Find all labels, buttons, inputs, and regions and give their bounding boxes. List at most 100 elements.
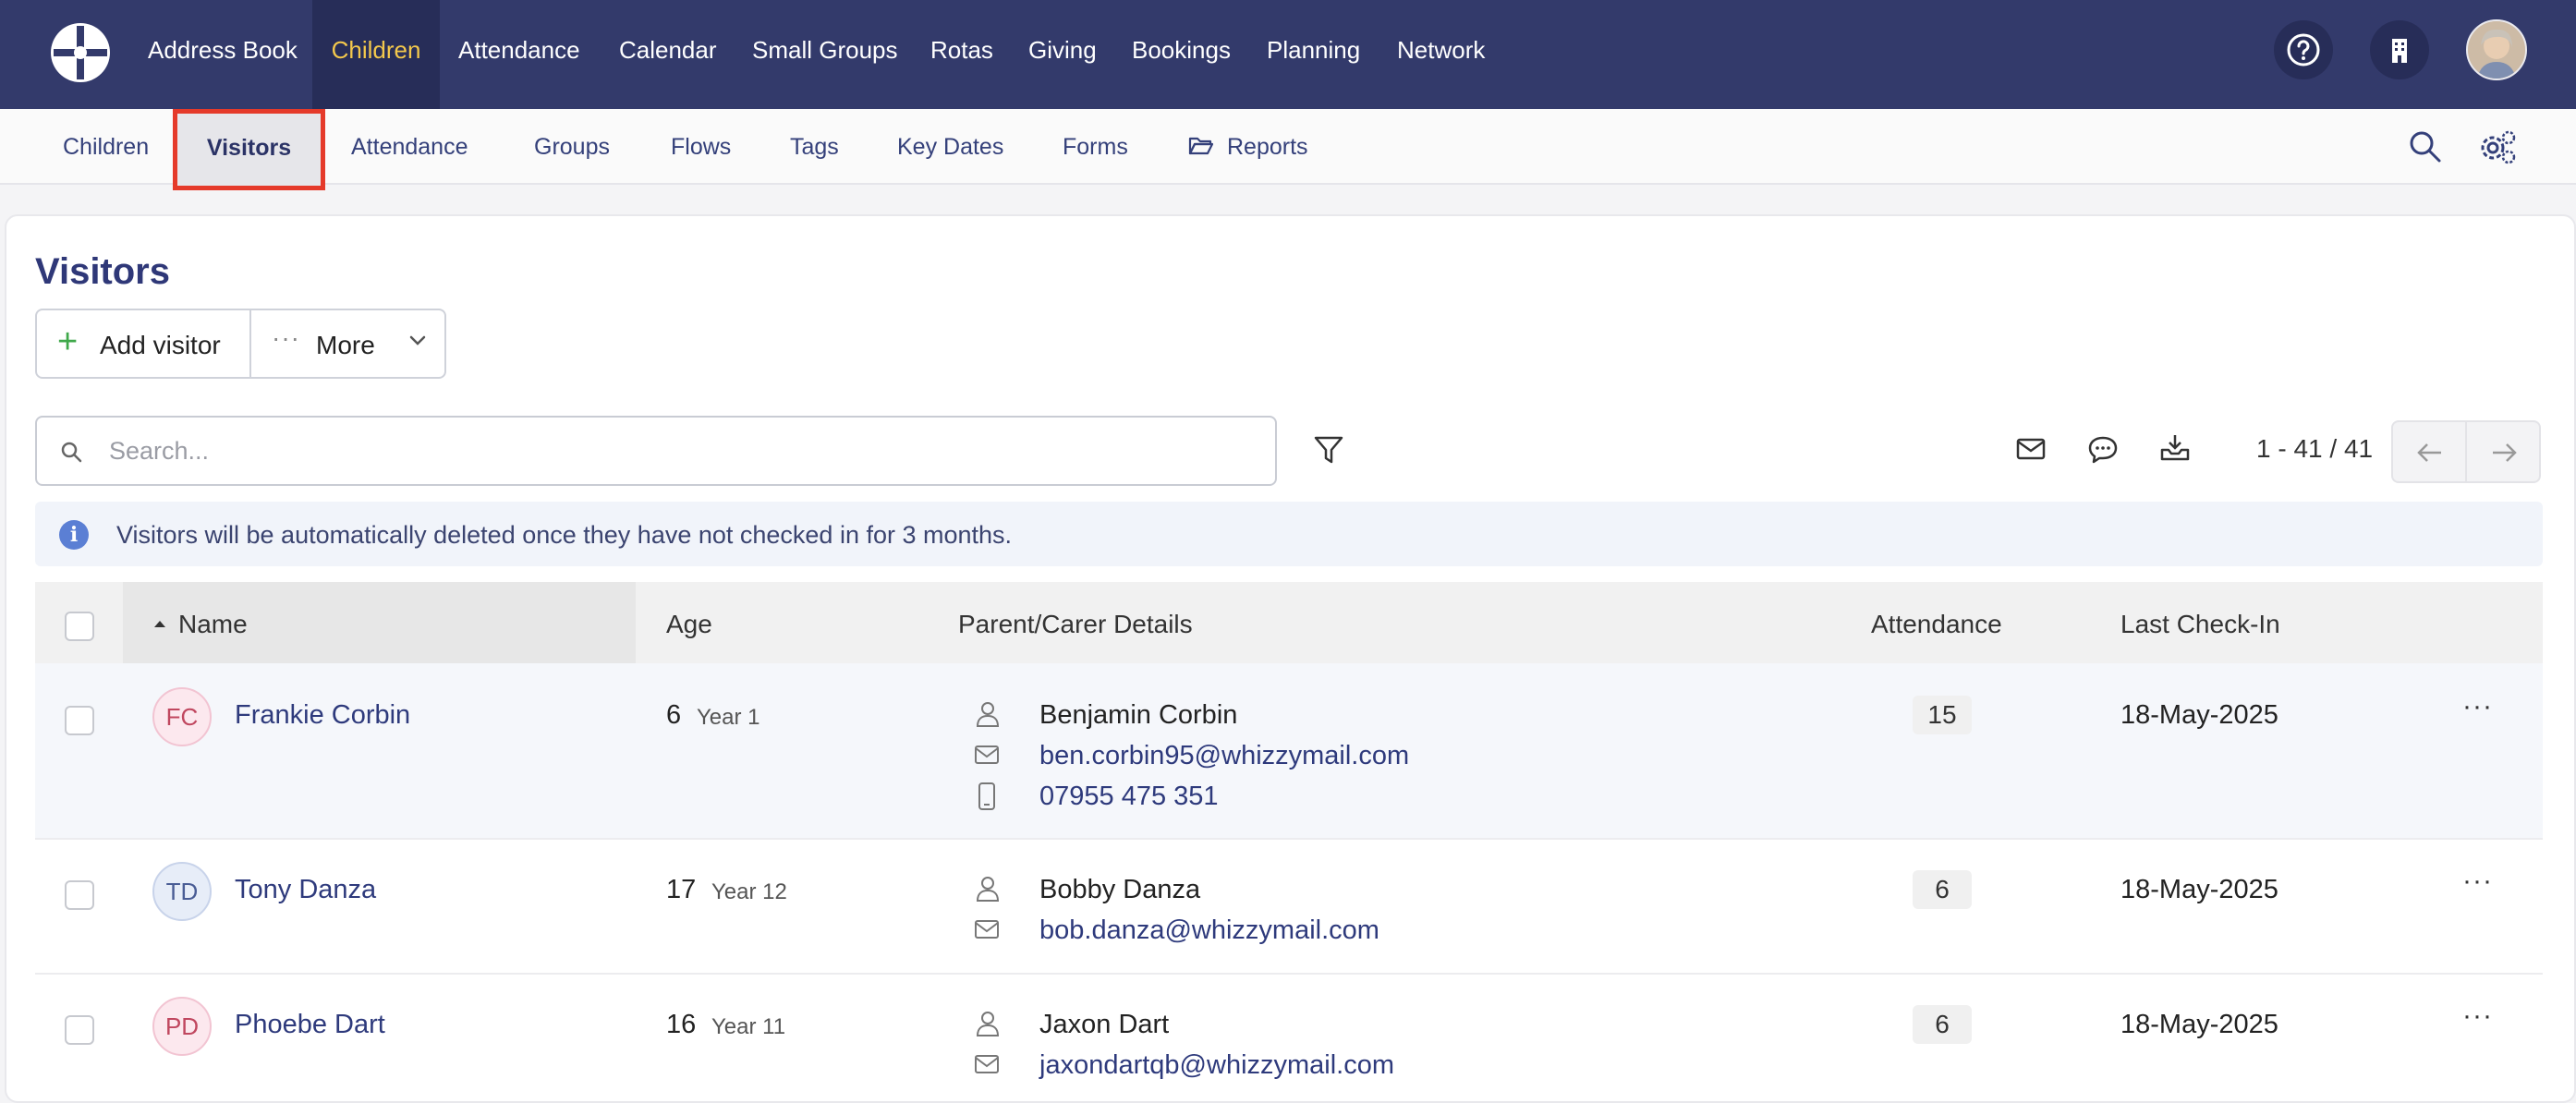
action-button-group: + Add visitor ··· More [35,309,446,379]
arrow-left-icon [2417,443,2441,462]
nav-rotas[interactable]: Rotas [930,0,993,109]
info-notice: i Visitors will be automatically deleted… [35,502,2543,566]
sort-ascending-icon [154,621,165,627]
subnav-key-dates[interactable]: Key Dates [897,109,1003,185]
avatar: FC [152,687,212,746]
subnav-tags[interactable]: Tags [790,109,839,185]
row-checkbox[interactable] [65,1015,94,1045]
search-input[interactable] [109,432,1218,469]
subnav-children[interactable]: Children [63,109,149,185]
subnav-flows[interactable]: Flows [671,109,731,185]
child-age: 17 [666,875,697,904]
search-icon[interactable] [2408,129,2443,169]
child-name-link[interactable]: Phoebe Dart [235,1010,385,1040]
person-icon [976,702,1000,727]
attendance-count-badge: 6 [1913,870,1972,909]
user-avatar[interactable] [2466,19,2527,80]
last-check-in-date: 18-May-2025 [2120,700,2278,730]
last-check-in-date: 18-May-2025 [2120,1010,2278,1039]
parent-email-link[interactable]: jaxondartqb@whizzymail.com [1039,1050,1394,1081]
child-age: 16 [666,1010,697,1039]
nav-giving[interactable]: Giving [1028,0,1097,109]
envelope-icon [975,745,999,764]
child-school-year: Year 1 [697,705,760,730]
subnav-groups[interactable]: Groups [534,109,610,185]
nav-small-groups[interactable]: Small Groups [752,0,898,109]
avatar: TD [152,862,212,921]
table-row[interactable]: PD Phoebe Dart 16 Year 11 Jaxon Dart jax… [35,975,2543,1103]
attendance-count-badge: 6 [1913,1005,1972,1044]
plus-icon: + [57,322,79,361]
row-checkbox[interactable] [65,880,94,910]
next-page-button[interactable] [2465,420,2541,483]
subnav-reports[interactable]: Reports [1188,109,1308,185]
search-icon [61,442,82,463]
sub-navigation: Children Attendance Groups Flows Tags Ke… [0,109,2576,185]
envelope-icon [975,920,999,939]
nav-attendance[interactable]: Attendance [458,0,580,109]
building-icon[interactable] [2370,20,2429,79]
subnav-attendance[interactable]: Attendance [351,109,468,185]
table-row[interactable]: FC Frankie Corbin 6 Year 1 Benjamin Corb… [35,663,2543,839]
nav-address-book[interactable]: Address Book [148,0,298,109]
mobile-phone-icon [978,782,995,810]
subnav-visitors-label: Visitors [206,135,292,161]
nav-planning[interactable]: Planning [1267,0,1360,109]
nav-children[interactable]: Children [312,0,440,109]
subnav-visitors[interactable]: Visitors [173,109,325,190]
header-attendance[interactable]: Attendance [1871,610,2002,639]
parent-name: Benjamin Corbin [1039,700,1238,730]
subnav-reports-label: Reports [1227,134,1308,160]
parent-phone-link[interactable]: 07955 475 351 [1039,782,1219,812]
child-school-year: Year 11 [711,1014,786,1039]
child-age: 6 [666,700,682,730]
table-row[interactable]: TD Tony Danza 17 Year 12 Bobby Danza bob… [35,840,2543,973]
header-parent-carer: Parent/Carer Details [958,610,1193,638]
child-school-year: Year 12 [711,879,787,904]
page-title: Visitors [35,251,170,292]
select-all-checkbox[interactable] [65,612,94,641]
email-icon[interactable] [2015,435,2047,467]
parent-email-link[interactable]: ben.corbin95@whizzymail.com [1039,741,1409,771]
parent-name: Jaxon Dart [1039,1010,1170,1039]
app-logo-icon[interactable] [48,20,113,85]
avatar: PD [152,997,212,1056]
more-label: More [316,331,375,359]
table-header: Name Age Parent/Carer Details Attendance… [35,582,2543,663]
more-button[interactable]: ··· More [251,310,444,377]
header-age[interactable]: Age [666,610,712,639]
child-name-link[interactable]: Frankie Corbin [235,700,410,731]
child-name-link[interactable]: Tony Danza [235,875,376,905]
help-icon[interactable] [2274,20,2333,79]
folder-open-icon [1188,137,1214,155]
row-actions-ellipsis-icon[interactable]: ··· [2462,866,2493,897]
settings-gears-icon[interactable] [2478,127,2519,171]
header-name[interactable]: Name [178,610,248,639]
row-checkbox[interactable] [65,706,94,735]
envelope-icon [975,1055,999,1073]
person-icon [976,877,1000,902]
pagination-count: 1 - 41 / 41 [2256,434,2374,463]
top-navigation: Address Book Children Attendance Calenda… [0,0,2576,109]
parent-email-link[interactable]: bob.danza@whizzymail.com [1039,915,1379,946]
last-check-in-date: 18-May-2025 [2120,875,2278,904]
add-visitor-button[interactable]: + Add visitor [37,310,251,377]
sms-chat-icon[interactable] [2086,433,2120,469]
person-icon [976,1012,1000,1036]
subnav-forms[interactable]: Forms [1063,109,1128,185]
arrow-right-icon [2493,443,2517,462]
add-visitor-label: Add visitor [100,331,221,359]
nav-network[interactable]: Network [1397,0,1485,109]
nav-calendar[interactable]: Calendar [619,0,717,109]
notice-text: Visitors will be automatically deleted o… [116,521,1013,549]
download-icon[interactable] [2158,431,2192,469]
search-field[interactable] [35,416,1277,486]
parent-name: Bobby Danza [1039,875,1201,904]
row-actions-ellipsis-icon[interactable]: ··· [2462,1000,2493,1032]
row-actions-ellipsis-icon[interactable]: ··· [2462,691,2493,722]
nav-bookings[interactable]: Bookings [1132,0,1231,109]
header-last-check-in[interactable]: Last Check-In [2120,610,2280,639]
info-icon: i [59,520,89,550]
filter-icon[interactable] [1312,433,1345,471]
prev-page-button[interactable] [2391,420,2467,483]
